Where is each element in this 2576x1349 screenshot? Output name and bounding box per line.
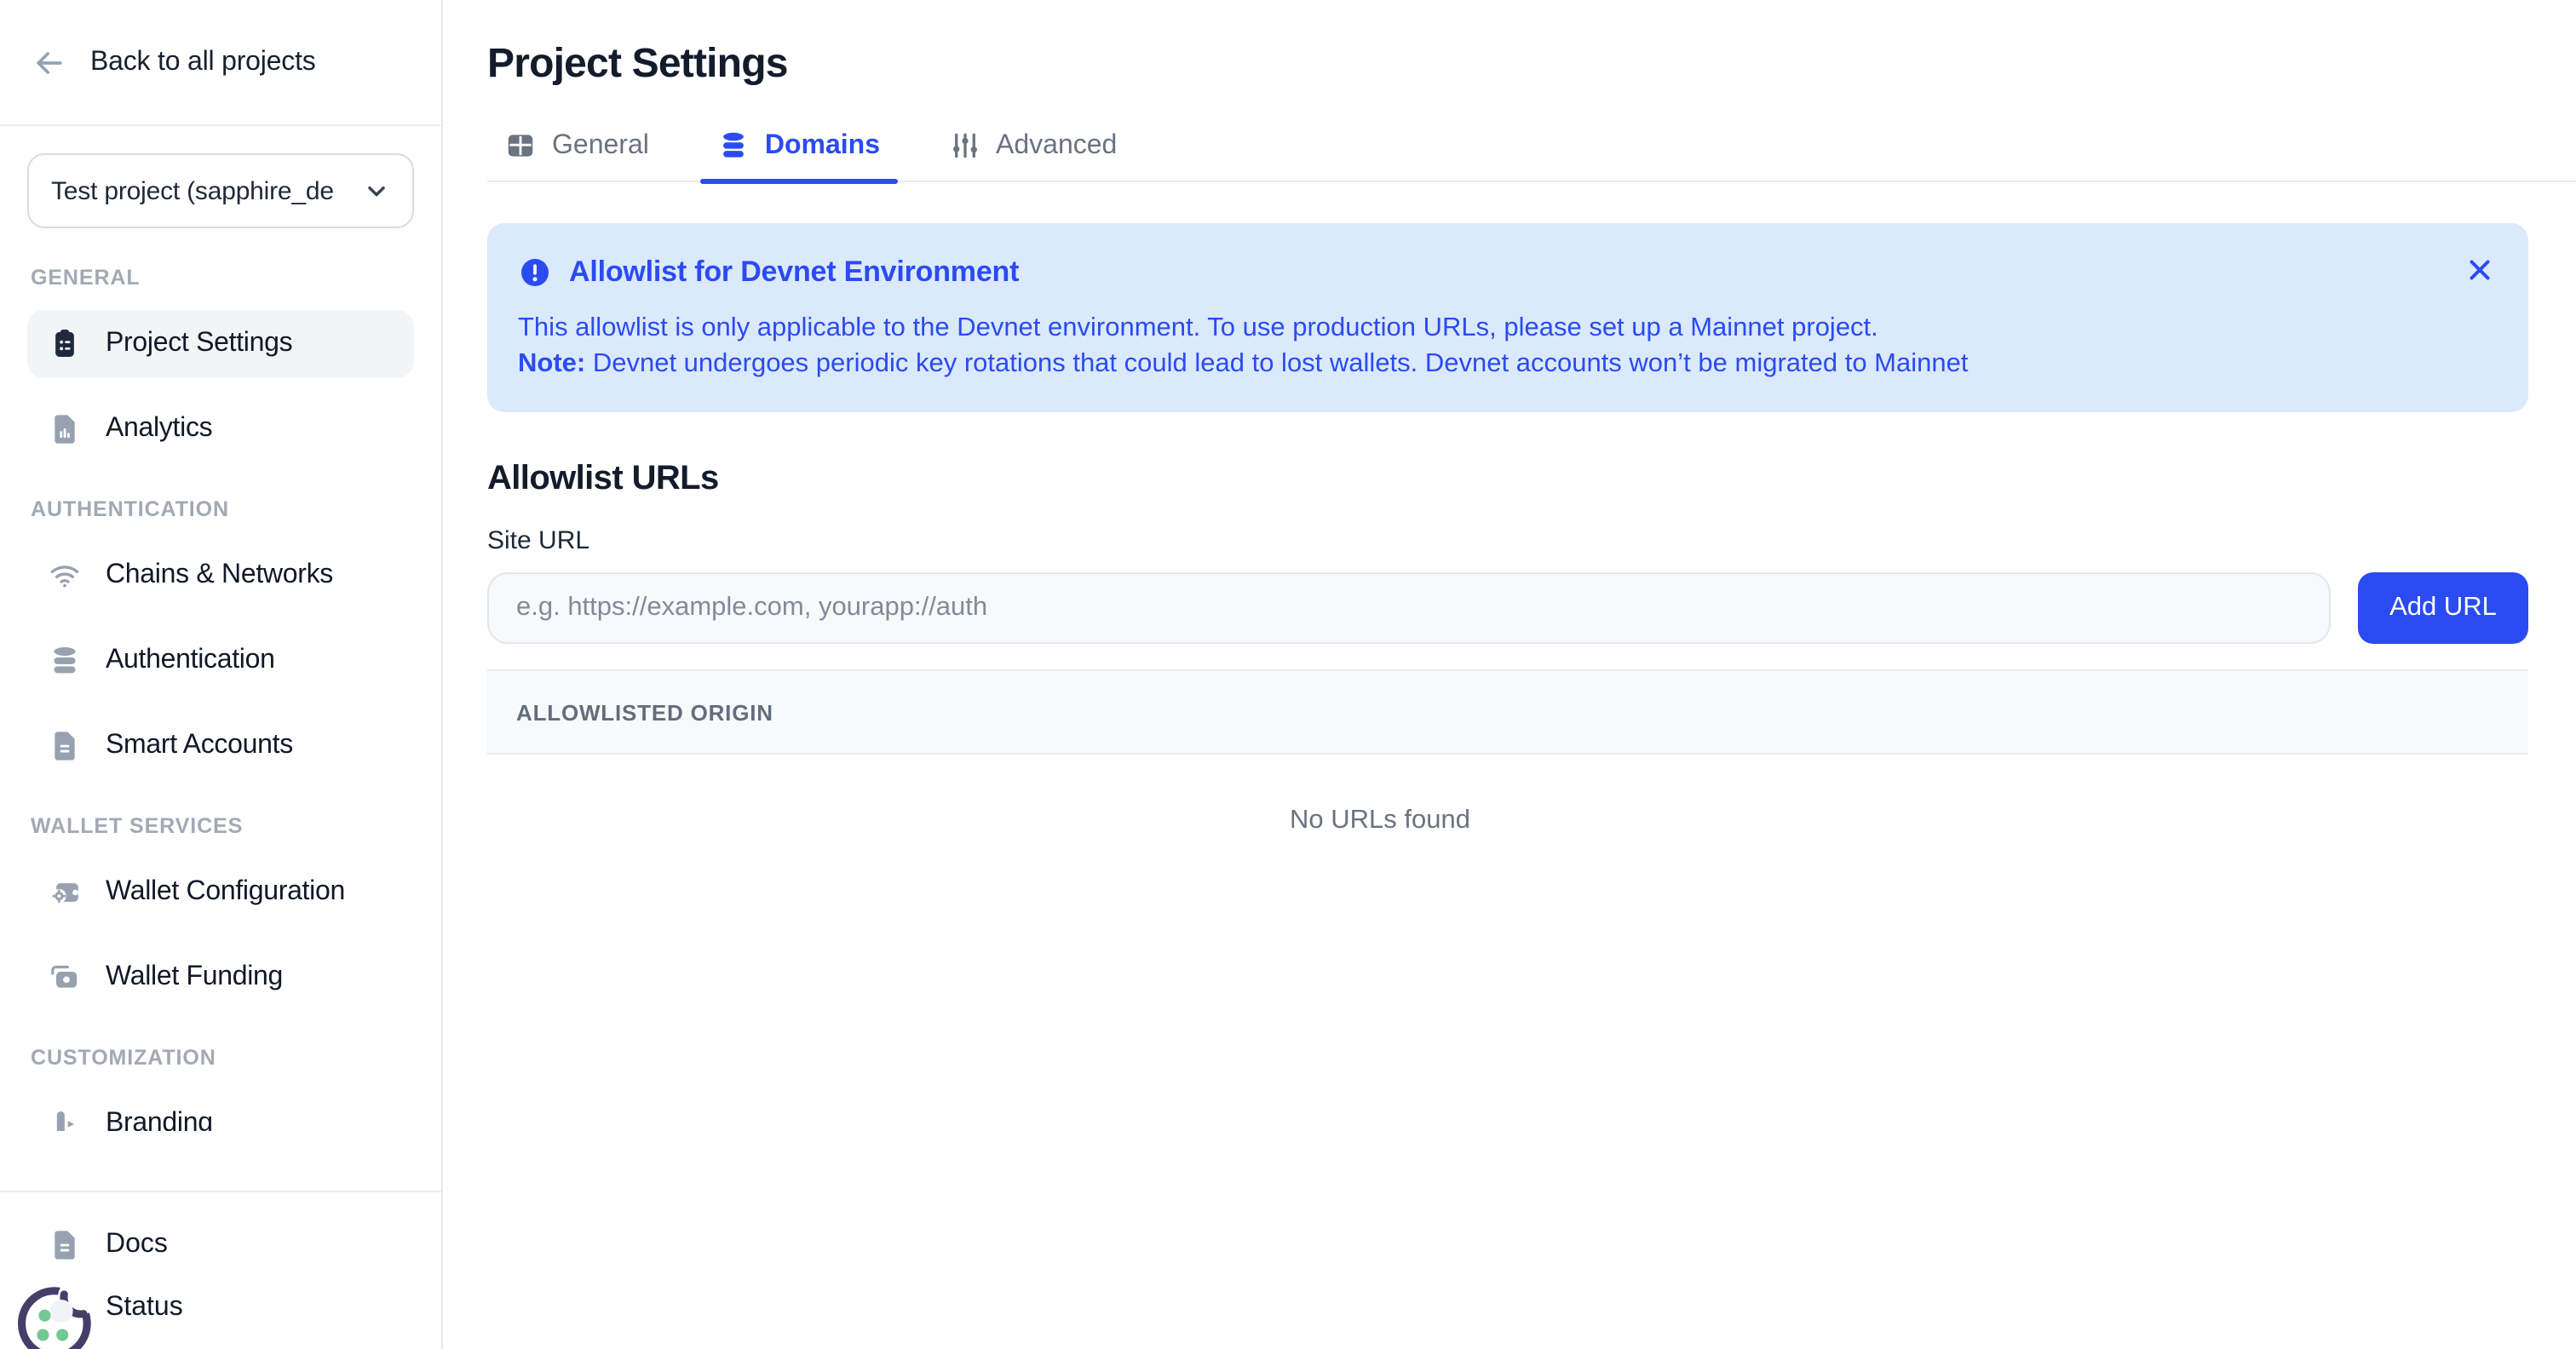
brand-icon [48,1107,82,1131]
sidebar-item-label: Docs [106,1229,168,1260]
sidebar-item-analytics[interactable]: Analytics [27,395,414,463]
table-icon [504,129,537,162]
allowlist-urls-heading: Allowlist URLs [487,460,2528,499]
sidebar-item-project-settings[interactable]: Project Settings [27,310,414,378]
nav-section-customization: CUSTOMIZATION Branding [0,1046,441,1131]
app-window: Back to all projects Test project (sapph… [0,0,2576,1349]
sidebar-item-label: Branding [106,1109,213,1131]
banner-note-label: Note: [518,349,585,378]
tab-label: General [552,130,649,161]
empty-state-text: No URLs found [487,755,2528,836]
sidebar-item-label: Wallet Funding [106,962,283,993]
database-icon [48,644,82,678]
close-icon[interactable] [2460,250,2498,288]
sidebar-item-chains-networks[interactable]: Chains & Networks [27,542,414,610]
back-to-projects-link[interactable]: Back to all projects [0,0,441,126]
sidebar-nav: GENERAL Project Settings Analytics AUTHE… [0,228,441,1131]
wallet-card-icon [48,961,82,995]
file-icon [48,729,82,763]
file-icon [48,1227,82,1261]
sidebar-item-label: Authentication [106,646,275,676]
sidebar-item-wallet-configuration[interactable]: Wallet Configuration [27,858,414,927]
section-label: CUSTOMIZATION [31,1046,441,1070]
allowlist-table-header: ALLOWLISTED ORIGIN [487,669,2528,755]
sidebar-item-label: Chains & Networks [106,560,333,591]
tab-general[interactable]: General [487,129,666,181]
sidebar-item-label: Smart Accounts [106,731,293,761]
allowlisted-origin-column-header: ALLOWLISTED ORIGIN [516,699,773,725]
banner-title: Allowlist for Devnet Environment [569,255,1019,290]
banner-line2: Note: Devnet undergoes periodic key rota… [518,346,2447,382]
sidebar-item-authentication[interactable]: Authentication [27,627,414,695]
main-content: Project Settings General Domains Advance… [443,0,2576,1349]
banner-line1: This allowlist is only applicable to the… [518,310,2447,346]
tab-label: Advanced [996,130,1117,161]
wifi-icon [48,559,82,593]
database-icon [717,129,750,162]
site-url-label: Site URL [487,526,2528,555]
banner-body: This allowlist is only applicable to the… [518,310,2447,382]
section-label: GENERAL [31,266,441,290]
sidebar-item-label: Analytics [106,414,212,445]
nav-section-wallet-services: WALLET SERVICES Wallet Configuration Wal… [0,814,441,1012]
site-url-input[interactable] [487,572,2331,644]
tab-label: Domains [765,130,880,161]
nav-section-authentication: AUTHENTICATION Chains & Networks Authent… [0,497,441,780]
sidebar: Back to all projects Test project (sapph… [0,0,443,1349]
sidebar-item-label: Project Settings [106,329,292,359]
file-chart-icon [48,412,82,446]
clipboard-list-icon [48,327,82,361]
tab-advanced[interactable]: Advanced [931,129,1134,181]
section-label: AUTHENTICATION [31,497,441,521]
tab-domains[interactable]: Domains [700,129,897,181]
project-selector-dropdown[interactable]: Test project (sapphire_de [27,153,414,228]
alert-circle-icon [518,255,552,290]
nav-section-general: GENERAL Project Settings Analytics [0,266,441,463]
sidebar-item-label: Wallet Configuration [106,877,345,908]
wallet-gear-icon [48,875,82,910]
url-input-row: Add URL [487,572,2528,644]
sidebar-item-wallet-funding[interactable]: Wallet Funding [27,944,414,1012]
sidebar-item-smart-accounts[interactable]: Smart Accounts [27,712,414,780]
devnet-allowlist-banner: Allowlist for Devnet Environment This al… [487,223,2528,412]
sidebar-item-docs[interactable]: Docs [27,1213,414,1276]
cookie-consent-button[interactable] [12,1272,104,1349]
sidebar-item-label: Status [106,1292,183,1323]
banner-header: Allowlist for Devnet Environment [518,255,2447,290]
arrow-left-icon [31,43,68,81]
project-selector-value: Test project (sapphire_de [51,176,334,205]
page-title: Project Settings [487,41,2528,89]
sidebar-item-branding[interactable]: Branding [27,1090,414,1131]
tab-bar: General Domains Advanced [487,129,2576,182]
chevron-down-icon [363,177,390,204]
cookie-icon [12,1272,104,1349]
section-label: WALLET SERVICES [31,814,441,838]
sliders-icon [948,129,980,162]
back-label: Back to all projects [90,47,316,77]
add-url-button[interactable]: Add URL [2358,572,2528,644]
